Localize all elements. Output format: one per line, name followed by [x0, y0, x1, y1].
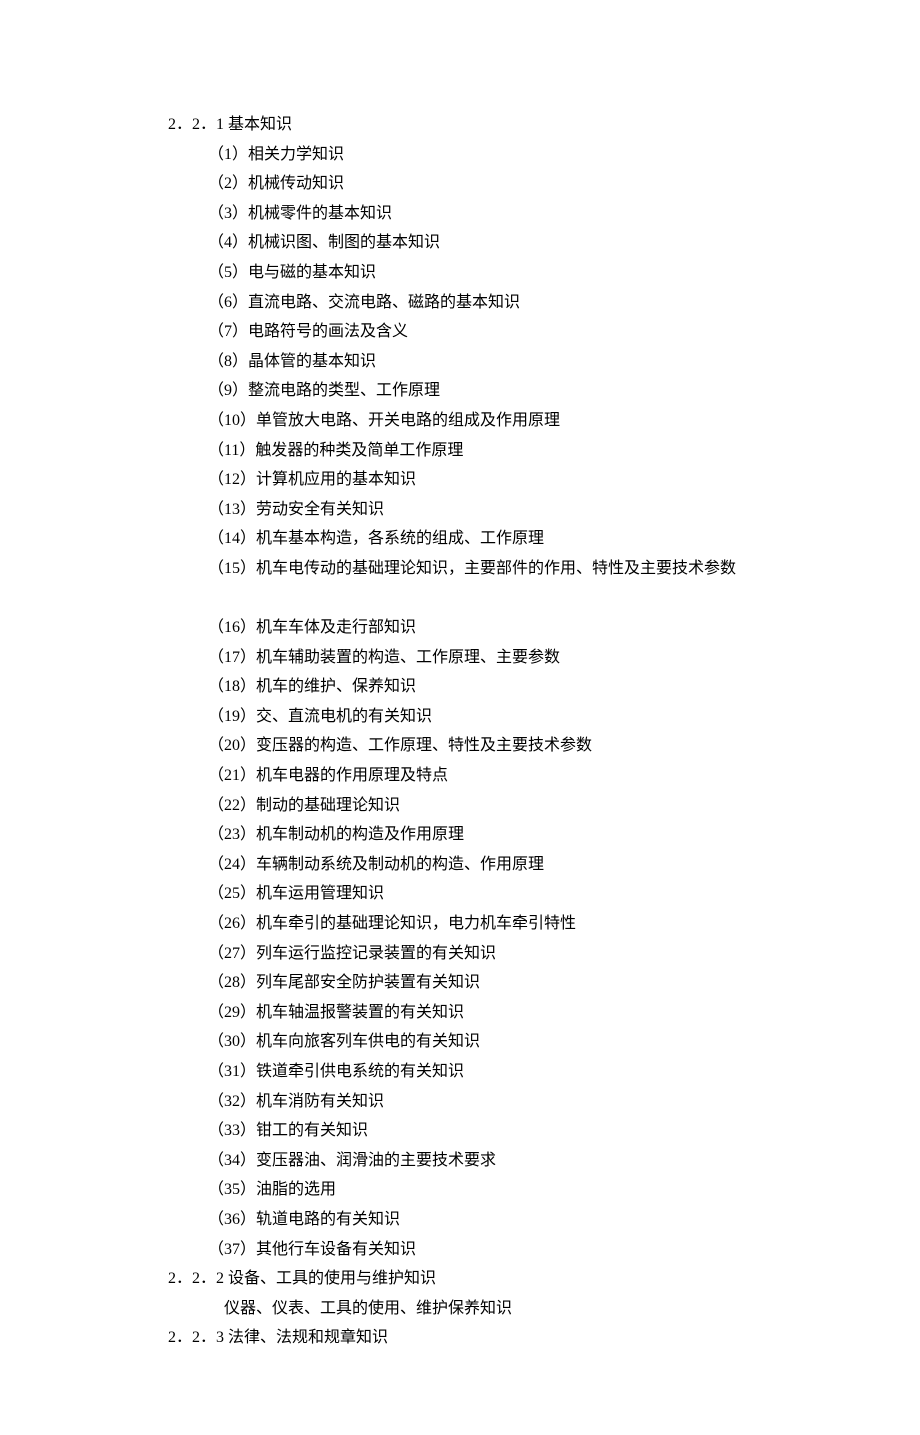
list-item: （2）机械传动知识	[208, 171, 820, 197]
list-item: （34）变压器油、润滑油的主要技术要求	[208, 1148, 820, 1174]
list-item: （28）列车尾部安全防护装置有关知识	[208, 970, 820, 996]
document-page: 2．2．1 基本知识 （1）相关力学知识 （2）机械传动知识 （3）机械零件的基…	[0, 0, 920, 1435]
list-item: （31）铁道牵引供电系统的有关知识	[208, 1059, 820, 1085]
list-item: （25）机车运用管理知识	[208, 881, 820, 907]
list-item: （10）单管放大电路、开关电路的组成及作用原理	[208, 408, 820, 434]
list-item: （30）机车向旅客列车供电的有关知识	[208, 1029, 820, 1055]
list-item: （17）机车辅助装置的构造、工作原理、主要参数	[208, 645, 820, 671]
list-item: （9）整流电路的类型、工作原理	[208, 378, 820, 404]
list-item: （5）电与磁的基本知识	[208, 260, 820, 286]
list-item: （37）其他行车设备有关知识	[208, 1237, 820, 1263]
list-item: （14）机车基本构造，各系统的组成、工作原理	[208, 526, 820, 552]
list-item: 仪器、仪表、工具的使用、维护保养知识	[224, 1296, 820, 1322]
list-item: （26）机车牵引的基础理论知识，电力机车牵引特性	[208, 911, 820, 937]
list-item: （21）机车电器的作用原理及特点	[208, 763, 820, 789]
list-item: （36）轨道电路的有关知识	[208, 1207, 820, 1233]
list-item: （3）机械零件的基本知识	[208, 201, 820, 227]
list-item: （19）交、直流电机的有关知识	[208, 704, 820, 730]
list-item: （23）机车制动机的构造及作用原理	[208, 822, 820, 848]
blank-line	[208, 586, 820, 612]
list-item: （33）钳工的有关知识	[208, 1118, 820, 1144]
list-item: （20）变压器的构造、工作原理、特性及主要技术参数	[208, 733, 820, 759]
list-item: （24）车辆制动系统及制动机的构造、作用原理	[208, 852, 820, 878]
list-item: （18）机车的维护、保养知识	[208, 674, 820, 700]
list-item: （7）电路符号的画法及含义	[208, 319, 820, 345]
list-item: （11）触发器的种类及简单工作原理	[208, 438, 820, 464]
list-item: （4）机械识图、制图的基本知识	[208, 230, 820, 256]
list-item: （1）相关力学知识	[208, 142, 820, 168]
section-heading: 2．2．2 设备、工具的使用与维护知识	[168, 1266, 820, 1292]
list-item: （15）机车电传动的基础理论知识，主要部件的作用、特性及主要技术参数	[208, 556, 820, 582]
list-item: （29）机车轴温报警装置的有关知识	[208, 1000, 820, 1026]
list-item: （13）劳动安全有关知识	[208, 497, 820, 523]
list-item: （16）机车车体及走行部知识	[208, 615, 820, 641]
section-heading: 2．2．3 法律、法规和规章知识	[168, 1325, 820, 1351]
list-item: （22）制动的基础理论知识	[208, 793, 820, 819]
list-item: （32）机车消防有关知识	[208, 1089, 820, 1115]
list-item: （8）晶体管的基本知识	[208, 349, 820, 375]
list-item: （12）计算机应用的基本知识	[208, 467, 820, 493]
list-item: （35）油脂的选用	[208, 1177, 820, 1203]
list-item: （6）直流电路、交流电路、磁路的基本知识	[208, 290, 820, 316]
section-heading: 2．2．1 基本知识	[168, 112, 820, 138]
list-item: （27）列车运行监控记录装置的有关知识	[208, 941, 820, 967]
